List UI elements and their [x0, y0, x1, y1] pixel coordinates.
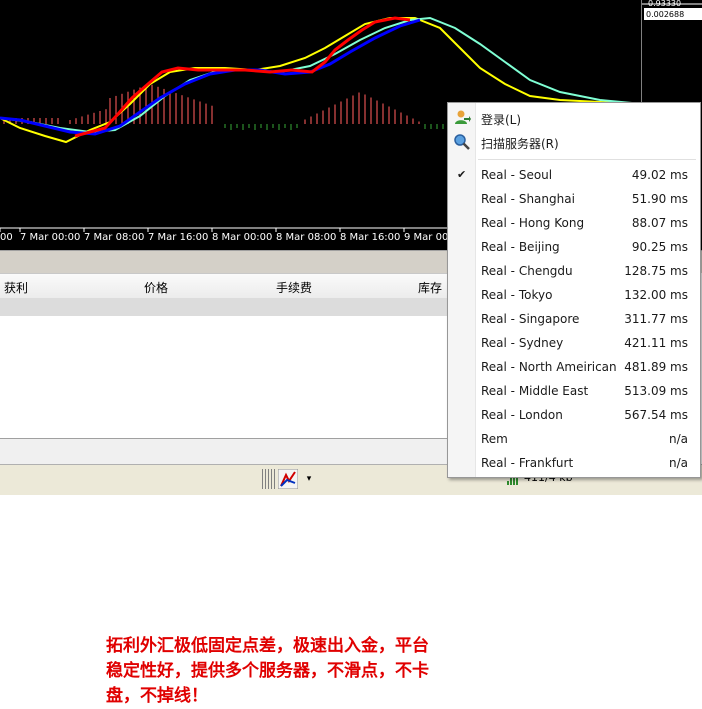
menu-item-server[interactable]: Real - Hong Kong 88.07 ms: [448, 211, 700, 235]
chart-icon[interactable]: [278, 469, 298, 489]
terminal-tabs: [0, 438, 448, 465]
menu-item-scan-servers[interactable]: 扫描服务器(R): [448, 130, 700, 154]
menu-item-label: 扫描服务器(R): [481, 137, 559, 151]
menu-item-server[interactable]: Real - Middle East 513.09 ms: [448, 379, 700, 403]
col-price-header[interactable]: 价格: [144, 279, 168, 296]
time-label: 00: [0, 232, 13, 243]
server-ping: 132.00 ms: [624, 288, 688, 302]
server-name: Real - North Ameirican: [481, 360, 617, 374]
menu-item-server[interactable]: Real - Chengdu 128.75 ms: [448, 259, 700, 283]
server-context-menu: 登录(L) 扫描服务器(R) ✔ Real - Seoul 49.02 ms Real…: [447, 102, 701, 478]
check-icon: ✔: [457, 168, 467, 181]
server-ping: n/a: [668, 456, 688, 470]
menu-separator: [478, 159, 696, 160]
chevron-down-icon[interactable]: ▾: [302, 471, 316, 487]
server-name: Real - Seoul: [481, 168, 553, 182]
menu-item-label: 登录(L): [481, 113, 522, 127]
table-row[interactable]: [0, 298, 448, 316]
orders-table-header: 获利 价格 手续费 库存费: [0, 273, 448, 312]
server-name: Real - London: [481, 408, 563, 422]
time-label: 8 Mar 16:00: [340, 232, 400, 243]
server-name: Real - Frankfurt: [481, 456, 574, 470]
server-ping: 51.90 ms: [631, 192, 688, 206]
server-ping: 88.07 ms: [631, 216, 688, 230]
col-commission-header[interactable]: 手续费: [276, 279, 312, 296]
time-label: 7 Mar 16:00: [148, 232, 208, 243]
server-ping: 567.54 ms: [624, 408, 688, 422]
time-label: 7 Mar 08:00: [84, 232, 144, 243]
server-name: Real - Tokyo: [481, 288, 553, 302]
menu-item-server[interactable]: Real - Shanghai 51.90 ms: [448, 187, 700, 211]
menu-item-server[interactable]: Real - Singapore 311.77 ms: [448, 307, 700, 331]
server-ping: 90.25 ms: [631, 240, 688, 254]
grip-icon[interactable]: [262, 469, 276, 489]
server-name: Real - Shanghai: [481, 192, 575, 206]
login-user-icon: [455, 110, 471, 124]
server-ping: 421.11 ms: [624, 336, 688, 350]
orders-table-body: 拓利外汇极低固定点差，极速出入金，平台稳定性好，提供多个服务器，不滑点，不卡盘，…: [0, 316, 448, 706]
menu-item-login[interactable]: 登录(L): [448, 106, 700, 130]
time-label: 8 Mar 08:00: [276, 232, 336, 243]
time-label: 8 Mar 00:00: [212, 232, 272, 243]
menu-item-server[interactable]: Real - Sydney 421.11 ms: [448, 331, 700, 355]
menu-item-server[interactable]: Real - North Ameirican 481.89 ms: [448, 355, 700, 379]
scan-magnifier-icon: [454, 134, 470, 150]
menu-item-server[interactable]: Real - London 567.54 ms: [448, 403, 700, 427]
server-name: Real - Sydney: [481, 336, 564, 350]
server-name: Real - Hong Kong: [481, 216, 585, 230]
server-name: Real - Singapore: [481, 312, 580, 326]
server-name: Real - Middle East: [481, 384, 589, 398]
server-name: Real - Chengdu: [481, 264, 573, 278]
server-ping: 513.09 ms: [624, 384, 688, 398]
col-profit-header[interactable]: 获利: [4, 279, 28, 296]
server-name: Real - Beijing: [481, 240, 560, 254]
menu-item-server[interactable]: Real - Tokyo 132.00 ms: [448, 283, 700, 307]
menu-item-server[interactable]: Real - Beijing 90.25 ms: [448, 235, 700, 259]
server-ping: 49.02 ms: [631, 168, 688, 182]
price-box-label: 0.002688: [646, 10, 684, 19]
time-label: 7 Mar 00:00: [20, 232, 80, 243]
server-ping: 128.75 ms: [624, 264, 688, 278]
server-ping: 481.89 ms: [624, 360, 688, 374]
price-high-label: 0.93330: [648, 0, 681, 8]
promo-text: 拓利外汇极低固定点差，极速出入金，平台稳定性好，提供多个服务器，不滑点，不卡盘，…: [106, 636, 429, 706]
menu-item-server[interactable]: Real - Frankfurt n/a: [448, 451, 700, 475]
menu-item-server[interactable]: ✔ Real - Seoul 49.02 ms: [448, 163, 700, 187]
menu-item-server[interactable]: Rem n/a: [448, 427, 700, 451]
server-name: Rem: [481, 432, 508, 446]
server-ping: 311.77 ms: [624, 312, 688, 326]
server-ping: n/a: [668, 432, 688, 446]
